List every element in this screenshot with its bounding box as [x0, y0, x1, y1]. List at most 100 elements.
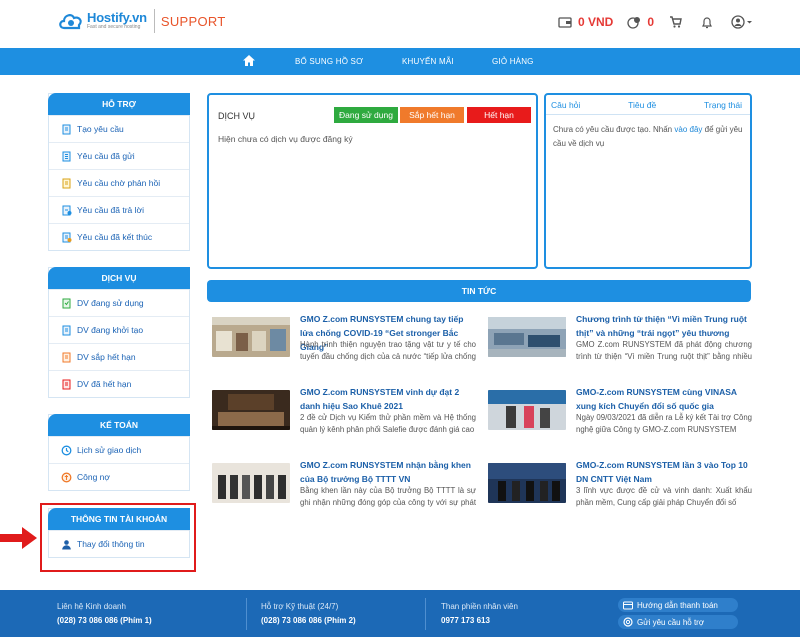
news-title[interactable]: GMO-Z.com RUNSYSTEM lần 3 vào Top 10 DN …	[576, 458, 752, 486]
news-thumbnail	[212, 317, 290, 357]
bell-icon[interactable]	[698, 14, 716, 30]
sidebar-item-label: DV đang khởi tạo	[77, 325, 144, 335]
news-header: TIN TỨC	[207, 280, 751, 302]
sidebar-item-debt[interactable]: Công nợ	[49, 463, 189, 490]
sidebar-item-dv-initializing[interactable]: DV đang khởi tạo	[49, 316, 189, 343]
nav-item-cart[interactable]: GIỎ HÀNG	[492, 57, 534, 66]
sidebar-item-create-request[interactable]: Tạo yêu cầu	[49, 115, 189, 142]
sidebar-item-label: Công nợ	[77, 472, 110, 482]
pending-document-icon	[61, 178, 72, 189]
sidebar-item-label: DV đang sử dụng	[77, 298, 144, 308]
sidebar-support-title: HỖ TRỢ	[48, 93, 190, 115]
filter-active-button[interactable]: Đang sử dụng	[334, 107, 398, 123]
reply-document-icon	[61, 205, 72, 216]
news-desc: 2 đề cử Dịch vụ Kiểm thử phần mềm và Hệ …	[300, 413, 476, 434]
news-item[interactable]: GMO Z.com RUNSYSTEM vinh dự đạt 2 danh h…	[212, 385, 476, 445]
news-thumbnail	[212, 463, 290, 503]
column-question: Câu hỏi	[551, 99, 581, 110]
news-desc: Ngày 09/03/2021 đã diễn ra Lễ ký kết Tài…	[576, 413, 752, 434]
sidebar-item-label: Yêu cầu chờ phản hồi	[77, 178, 161, 188]
filter-expiring-button[interactable]: Sắp hết hạn	[400, 107, 464, 123]
lifebuoy-icon	[622, 617, 633, 628]
closed-document-icon	[61, 232, 72, 243]
footer-divider	[425, 598, 426, 630]
news-item[interactable]: Chương trình từ thiện “Vì miền Trung ruộ…	[488, 312, 752, 372]
sidebar-services-title: DỊCH VỤ	[48, 267, 190, 289]
sidebar-item-dv-expired[interactable]: DV đã hết hạn	[49, 370, 189, 397]
column-status: Trạng thái	[704, 99, 742, 110]
service-expired-icon	[61, 379, 72, 390]
news-desc: Hành trình thiện nguyện trao tặng vật tư…	[300, 340, 476, 361]
sidebar-item-closed[interactable]: Yêu cầu đã kết thúc	[49, 223, 189, 250]
tech-label: Hỗ trợ Kỹ thuật (24/7)	[261, 602, 339, 611]
news-thumbnail	[488, 317, 566, 357]
header-actions: 0 VND 0	[556, 14, 754, 30]
sidebar-item-awaiting-response[interactable]: Yêu cầu chờ phản hồi	[49, 169, 189, 196]
brand-name: Hostify.vn	[87, 10, 147, 25]
service-init-icon	[61, 325, 72, 336]
user-menu-icon[interactable]	[730, 14, 754, 30]
sidebar-item-label: DV đã hết hạn	[77, 379, 132, 389]
document-list-icon	[61, 151, 72, 162]
news-desc: 3 lĩnh vực được đề cử và vinh danh: Xuất…	[576, 486, 752, 507]
footer-divider	[246, 598, 247, 630]
footer: Liên hệ Kinh doanh (028) 73 086 086 (Phí…	[0, 590, 800, 637]
sidebar-item-label: DV sắp hết hạn	[77, 352, 136, 362]
sidebar-item-dv-active[interactable]: DV đang sử dụng	[49, 289, 189, 316]
news-desc: GMO Z.com RUNSYSTEM đã phát động chương …	[576, 340, 752, 361]
tech-phone[interactable]: (028) 73 086 086 (Phím 2)	[261, 614, 356, 628]
service-expiring-icon	[61, 352, 72, 363]
nav-item-profile[interactable]: BỔ SUNG HỒ SƠ	[295, 57, 363, 66]
news-item[interactable]: GMO-Z.com RUNSYSTEM lần 3 vào Top 10 DN …	[488, 458, 752, 518]
balance-amount[interactable]: 0 VND	[578, 15, 613, 29]
service-empty-text: Hiện chưa có dịch vụ được đăng ký	[218, 134, 353, 144]
sidebar-item-label: Tạo yêu cầu	[77, 124, 124, 134]
sidebar-item-dv-expiring[interactable]: DV sắp hết hạn	[49, 343, 189, 370]
sidebar-item-label: Yêu cầu đã trả lời	[77, 205, 144, 215]
filter-expired-button[interactable]: Hết hạn	[467, 107, 531, 123]
news-title[interactable]: GMO-Z.com RUNSYSTEM cùng VINASA xung kíc…	[576, 385, 752, 413]
wallet-icon[interactable]	[556, 14, 574, 30]
complaint-phone[interactable]: 0977 173 613	[441, 614, 518, 628]
news-item[interactable]: GMO Z.com RUNSYSTEM chung tay tiếp lửa c…	[212, 312, 476, 372]
red-arrow-icon	[0, 526, 38, 550]
send-support-button[interactable]: Gửi yêu cầu hỗ trợ	[618, 615, 738, 629]
sidebar-services-box: DỊCH VỤ DV đang sử dụng DV đang khởi tạo…	[48, 267, 190, 398]
sidebar-support-box: HỖ TRỢ Tạo yêu cầu Yêu cầu đã gửi Yêu cầ…	[48, 93, 190, 251]
click-here-link[interactable]: vào đây	[674, 125, 702, 134]
questions-empty-text: Chưa có yêu cầu được tạo. Nhấn vào đây đ…	[553, 125, 743, 148]
debt-icon	[61, 472, 72, 483]
cart-icon[interactable]	[666, 14, 684, 30]
edit-document-icon	[61, 124, 72, 135]
home-icon[interactable]	[242, 54, 256, 68]
business-phone[interactable]: (028) 73 086 086 (Phím 1)	[57, 614, 152, 628]
sidebar-item-transaction-history[interactable]: Lịch sử giao dịch	[49, 436, 189, 463]
sidebar-item-sent-requests[interactable]: Yêu cầu đã gửi	[49, 142, 189, 169]
sidebar-accounting-box: KẾ TOÁN Lịch sử giao dịch Công nợ	[48, 414, 190, 491]
payment-guide-button[interactable]: Hướng dẫn thanh toán	[618, 598, 738, 612]
hostify-logo[interactable]: Hostify.vn Fast and secure hosting SUPPO…	[58, 9, 226, 33]
brand-tagline: Fast and secure hosting	[87, 24, 141, 30]
service-panel: DỊCH VỤ Đang sử dụng Sắp hết hạn Hết hạn…	[207, 93, 538, 269]
sidebar-item-label: Yêu cầu đã gửi	[77, 151, 135, 161]
business-label: Liên hệ Kinh doanh	[57, 602, 126, 611]
cloud-logo-icon	[58, 11, 84, 31]
news-title[interactable]: GMO Z.com RUNSYSTEM nhận bằng khen của B…	[300, 458, 476, 486]
payment-guide-label: Hướng dẫn thanh toán	[637, 600, 718, 610]
complaint-label: Than phiền nhân viên	[441, 602, 518, 611]
service-panel-title: DỊCH VỤ	[218, 111, 256, 121]
news-title[interactable]: Chương trình từ thiện “Vì miền Trung ruộ…	[576, 312, 752, 340]
support-label: SUPPORT	[160, 13, 226, 29]
card-icon	[622, 600, 633, 611]
sidebar-accounting-title: KẾ TOÁN	[48, 414, 190, 436]
send-support-label: Gửi yêu cầu hỗ trợ	[637, 617, 705, 627]
sidebar-item-answered[interactable]: Yêu cầu đã trả lời	[49, 196, 189, 223]
news-item[interactable]: GMO-Z.com RUNSYSTEM cùng VINASA xung kíc…	[488, 385, 752, 445]
highlight-frame	[40, 503, 196, 572]
news-thumbnail	[212, 390, 290, 430]
coin-bag-icon[interactable]	[625, 14, 643, 30]
points-count[interactable]: 0	[647, 15, 654, 29]
news-item[interactable]: GMO Z.com RUNSYSTEM nhận bằng khen của B…	[212, 458, 476, 518]
news-title[interactable]: GMO Z.com RUNSYSTEM vinh dự đạt 2 danh h…	[300, 385, 476, 413]
nav-item-promotions[interactable]: KHUYẾN MÃI	[402, 57, 454, 66]
